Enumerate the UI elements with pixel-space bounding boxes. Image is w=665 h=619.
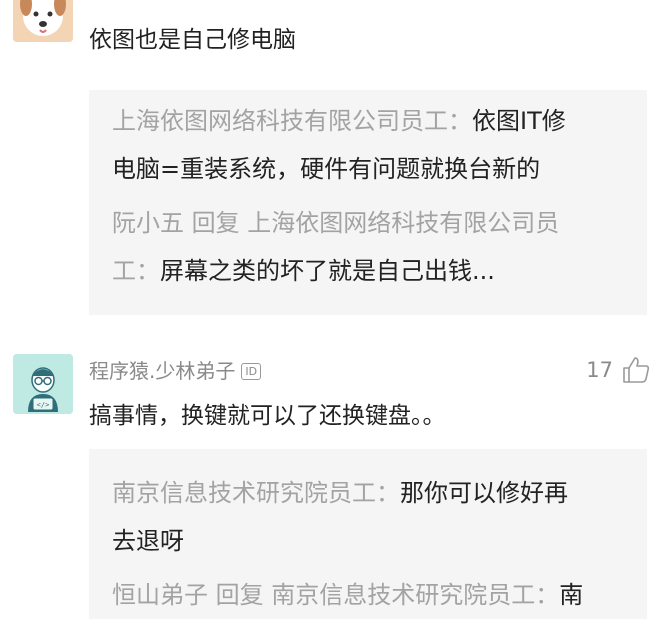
dog-avatar-icon[interactable] [13, 0, 73, 42]
comment-item: </> 程序猿.少林弟子 ID 17 搞事情，换键就可以了还换键盘。。 南京信息技… [0, 330, 665, 619]
comment-item: 依图也是自己修电脑 上海依图网络科技有限公司员工：依图IT修 电脑=重装系统，硬… [0, 0, 665, 330]
svg-text:</>: </> [37, 401, 50, 409]
reply-author[interactable]: 南京信息技术研究院员工 [112, 479, 376, 507]
like-count: 17 [586, 358, 613, 382]
reply-line: 电脑=重装系统，硬件有问题就换台新的 [112, 145, 627, 193]
comment-text: 依图也是自己修电脑 [89, 27, 296, 53]
reply-target[interactable]: 工 [112, 257, 136, 285]
reply-author[interactable]: 阮小五 [112, 209, 184, 237]
comment-text: 搞事情，换键就可以了还换键盘。。 [89, 403, 446, 429]
reply-keyword: 回复 [184, 209, 248, 237]
reply-target[interactable]: 上海依图网络科技有限公司员 [247, 209, 559, 237]
username-text[interactable]: 程序猿.少林弟子 [89, 359, 235, 383]
reply-separator: ： [376, 479, 400, 507]
reply-keyword: 回复 [208, 581, 272, 609]
id-badge: ID [241, 363, 262, 380]
programmer-avatar-icon[interactable]: </> [13, 354, 73, 414]
like-control[interactable]: 17 [586, 355, 651, 385]
reply-text: 屏幕之类的坏了就是自己出钱... [160, 257, 495, 285]
reply-text: 南 [559, 581, 584, 609]
reply-list: 南京信息技术研究院员工：那你可以修好再 去退呀 恒山弟子 回复 南京信息技术研究… [89, 449, 647, 619]
reply-list: 上海依图网络科技有限公司员工：依图IT修 电脑=重装系统，硬件有问题就换台新的 … [89, 90, 647, 315]
reply-text: 依图IT修 [472, 107, 566, 135]
reply-separator: ： [136, 257, 160, 285]
reply-item[interactable]: 上海依图网络科技有限公司员工：依图IT修 电脑=重装系统，硬件有问题就换台新的 [112, 97, 627, 193]
reply-separator: ： [535, 581, 560, 609]
reply-line: 阮小五 回复 上海依图网络科技有限公司员 [112, 199, 627, 247]
reply-text: 电脑=重装系统，硬件有问题就换台新的 [112, 155, 541, 183]
reply-text: 去退呀 [112, 527, 184, 555]
comment-username[interactable]: 程序猿.少林弟子 ID [89, 355, 262, 384]
reply-line: 恒山弟子 回复 南京信息技术研究院员工：南 [112, 571, 627, 619]
reply-item[interactable]: 阮小五 回复 上海依图网络科技有限公司员 工：屏幕之类的坏了就是自己出钱... [112, 199, 627, 295]
reply-item[interactable]: 南京信息技术研究院员工：那你可以修好再 去退呀 [112, 469, 627, 565]
thumbs-up-icon[interactable] [621, 355, 651, 385]
reply-text: 那你可以修好再 [400, 479, 568, 507]
reply-line: 上海依图网络科技有限公司员工：依图IT修 [112, 97, 627, 145]
reply-line: 工：屏幕之类的坏了就是自己出钱... [112, 247, 627, 295]
reply-item[interactable]: 恒山弟子 回复 南京信息技术研究院员工：南 [112, 571, 627, 619]
reply-author[interactable]: 上海依图网络科技有限公司员工 [112, 107, 448, 135]
reply-author[interactable]: 恒山弟子 [112, 581, 208, 609]
reply-target[interactable]: 南京信息技术研究院员工 [271, 581, 535, 609]
reply-separator: ： [448, 107, 472, 135]
reply-line: 南京信息技术研究院员工：那你可以修好再 [112, 469, 627, 517]
reply-line: 去退呀 [112, 517, 627, 565]
